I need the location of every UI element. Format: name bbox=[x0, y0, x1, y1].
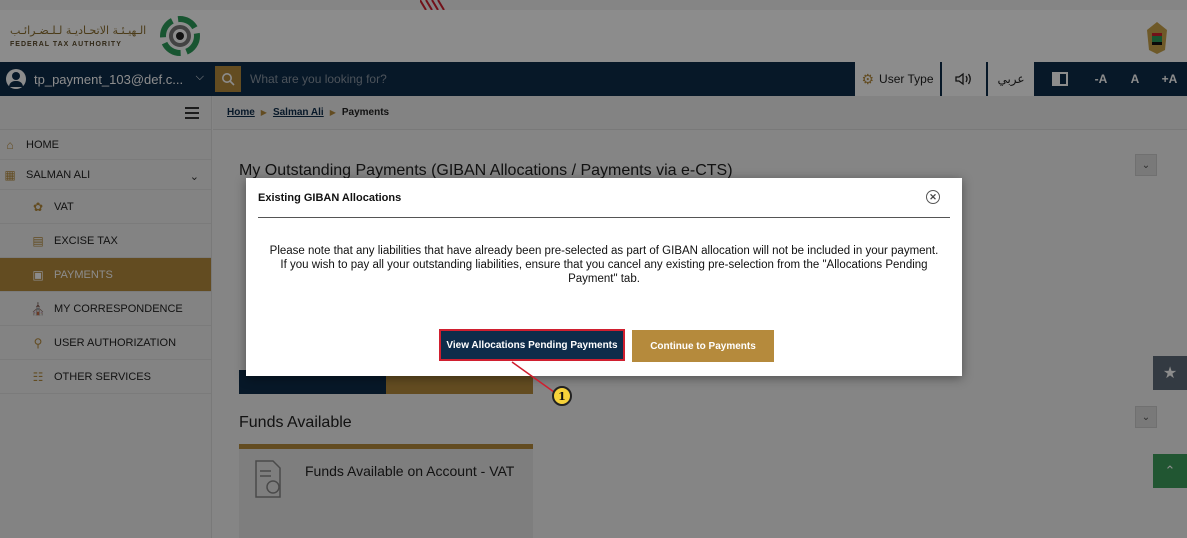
annotation-step-badge: 1 bbox=[552, 386, 572, 406]
annotation-pointer bbox=[511, 361, 555, 393]
